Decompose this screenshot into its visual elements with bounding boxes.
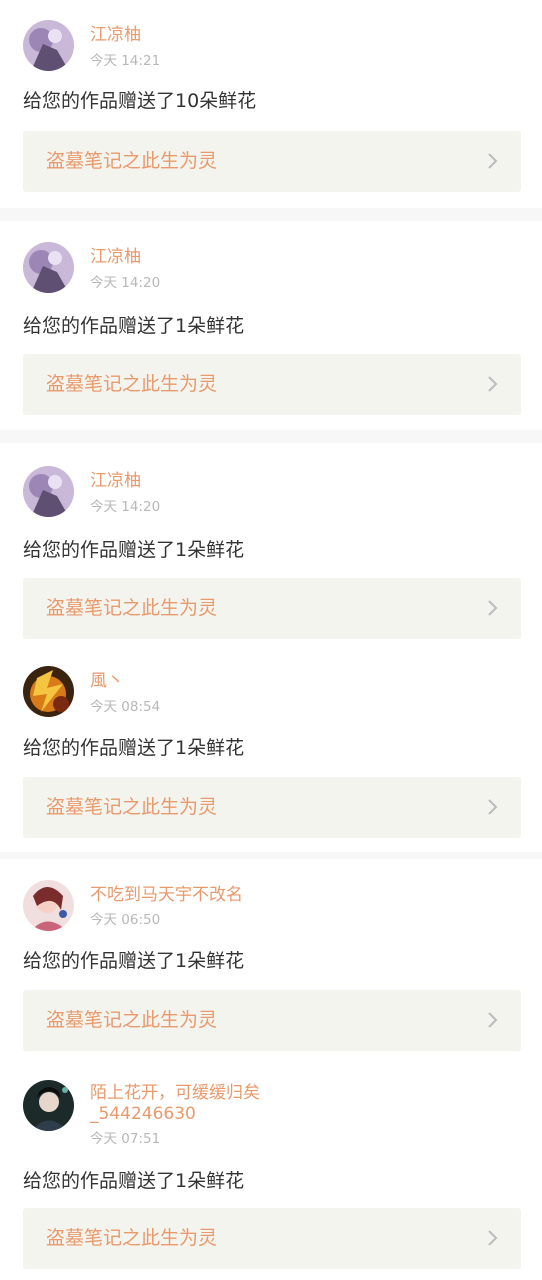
avatar-purple-icon[interactable]: [23, 20, 74, 71]
avatar-fire-icon[interactable]: [23, 666, 74, 717]
notification-feed: 江凉柚 今天 14:21 给您的作品赠送了10朵鲜花 盗墓笔记之此生为灵 江凉柚…: [0, 0, 542, 1280]
gift-message: 给您的作品赠送了1朵鲜花: [23, 950, 245, 972]
work-link[interactable]: 盗墓笔记之此生为灵: [23, 354, 521, 415]
username[interactable]: 風丶: [90, 670, 124, 692]
username[interactable]: 陌上花开，可缓缓归矣_544246630: [90, 1083, 290, 1125]
timestamp: 今天 14:20: [90, 275, 161, 291]
avatar-person-icon[interactable]: [23, 880, 74, 931]
chevron-right-icon: [488, 1012, 498, 1028]
timestamp: 今天 14:21: [90, 53, 161, 69]
notification-card: 江凉柚 今天 14:20 给您的作品赠送了1朵鲜花 盗墓笔记之此生为灵: [0, 446, 542, 644]
notification-card: 不吃到马天宇不改名 今天 06:50 给您的作品赠送了1朵鲜花 盗墓笔记之此生为…: [0, 860, 542, 1060]
work-link[interactable]: 盗墓笔记之此生为灵: [23, 990, 521, 1051]
avatar-purple-icon[interactable]: [23, 242, 74, 293]
work-title: 盗墓笔记之此生为灵: [46, 597, 218, 619]
timestamp: 今天 06:50: [90, 912, 161, 928]
username[interactable]: 江凉柚: [90, 470, 141, 492]
work-link[interactable]: 盗墓笔记之此生为灵: [23, 777, 521, 838]
avatar-purple-icon[interactable]: [23, 466, 74, 517]
username[interactable]: 江凉柚: [90, 246, 141, 268]
timestamp: 今天 14:20: [90, 499, 161, 515]
work-title: 盗墓笔记之此生为灵: [46, 1009, 218, 1031]
chevron-right-icon: [488, 600, 498, 616]
work-title: 盗墓笔记之此生为灵: [46, 796, 218, 818]
work-link[interactable]: 盗墓笔记之此生为灵: [23, 1208, 521, 1269]
chevron-right-icon: [488, 376, 498, 392]
timestamp: 今天 08:54: [90, 699, 161, 715]
work-title: 盗墓笔记之此生为灵: [46, 150, 218, 172]
gift-message: 给您的作品赠送了1朵鲜花: [23, 1170, 245, 1192]
chevron-right-icon: [488, 1230, 498, 1246]
notification-card: 江凉柚 今天 14:21 给您的作品赠送了10朵鲜花 盗墓笔记之此生为灵: [0, 0, 542, 208]
gift-message: 给您的作品赠送了10朵鲜花: [23, 90, 257, 112]
work-title: 盗墓笔记之此生为灵: [46, 373, 218, 395]
notification-card: 風丶 今天 08:54 给您的作品赠送了1朵鲜花 盗墓笔记之此生为灵: [0, 646, 542, 852]
chevron-right-icon: [488, 799, 498, 815]
separator: [0, 430, 542, 443]
timestamp: 今天 07:51: [90, 1131, 161, 1147]
notification-card: 陌上花开，可缓缓归矣_544246630 今天 07:51 给您的作品赠送了1朵…: [0, 1060, 542, 1280]
work-link[interactable]: 盗墓笔记之此生为灵: [23, 131, 521, 192]
work-link[interactable]: 盗墓笔记之此生为灵: [23, 578, 521, 639]
username[interactable]: 江凉柚: [90, 24, 141, 46]
separator: [0, 208, 542, 221]
work-title: 盗墓笔记之此生为灵: [46, 1227, 218, 1249]
avatar-dark-icon[interactable]: [23, 1080, 74, 1131]
separator: [0, 852, 542, 859]
gift-message: 给您的作品赠送了1朵鲜花: [23, 539, 245, 561]
gift-message: 给您的作品赠送了1朵鲜花: [23, 315, 245, 337]
gift-message: 给您的作品赠送了1朵鲜花: [23, 737, 245, 759]
username[interactable]: 不吃到马天宇不改名: [90, 884, 243, 906]
notification-card: 江凉柚 今天 14:20 给您的作品赠送了1朵鲜花 盗墓笔记之此生为灵: [0, 222, 542, 430]
chevron-right-icon: [488, 153, 498, 169]
